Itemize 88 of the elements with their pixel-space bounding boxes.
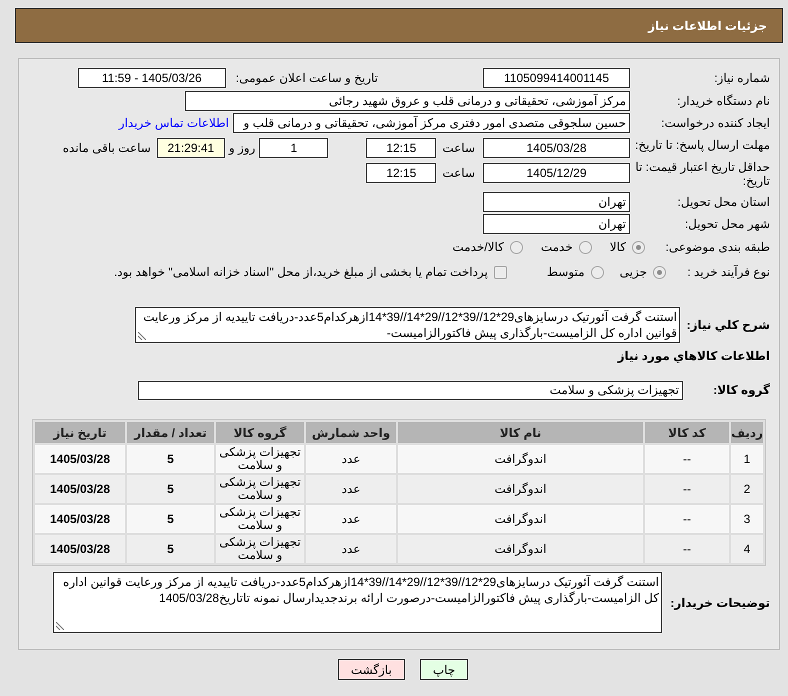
field-label: ساعت باقی مانده [62,140,151,157]
table-cell: اندوگرافت [398,535,643,563]
field-label: طبقه بندی موضوعی: [664,240,770,254]
description-field[interactable]: استنت گرفت آئورتیک درسایزهای29*12//39*12//29*14//39*14ازهرکدام5عدد-دریافت تاییدیه از مرکز ورعایت قوانین اداره کل الزامیست-بارگذاری پیش فاکتورالزامیست- [135,307,680,343]
table-cell: -- [645,445,729,473]
radio-label: جزیی [620,265,647,279]
table-cell: 1 [731,445,763,473]
table-cell: 2 [731,475,763,503]
announcement-date-field[interactable]: 1405/03/26 - 11:59 [78,68,226,88]
table-cell: 1405/03/28 [35,445,125,473]
field-label: حداقل تاریخ اعتبار قیمت: تا تاریخ: [634,160,770,188]
field-label: مهلت ارسال پاسخ: تا تاریخ: [634,138,770,152]
buyer-contact-link[interactable]: اطلاعات تماس خریدار [118,116,229,130]
remaining-time-field[interactable]: 21:29:41 [156,138,225,158]
table-cell: تجهیزات پزشکی و سلامت [216,505,304,533]
radio-label: کالا [610,240,626,254]
description-text: استنت گرفت آئورتیک درسایزهای29*12//39*12//29*14//39*14ازهرکدام5عدد-دریافت تاییدیه از مرکز ورعایت قوانین اداره کل الزامیست-بارگذاری پیش فاکتورالزامیست- [143,310,677,340]
table-cell: 5 [127,475,214,503]
province-field[interactable]: تهران [483,192,630,212]
column-header: گروه کالا [216,422,304,443]
buyer-notes-text: استنت گرفت آئورتیک درسایزهای29*12//39*12//29*14//39*14ازهرکدام5عدد-دریافت تاییدیه از مرکز ورعایت قوانین اداره کل الزامیست-بارگذاری پیش فاکتورالزامیست-درصورت ارائه برندجدیدارسال نمونه تاتاریخ1405/03/28 [63,575,659,605]
table-cell: 5 [127,445,214,473]
validity-date-field[interactable]: 1405/12/29 [483,163,630,183]
radio-button[interactable] [653,266,666,278]
table-cell: اندوگرافت [398,445,643,473]
field-label: نوع فرآیند خرید : [686,265,770,279]
table-cell: 1405/03/28 [35,505,125,533]
table-cell: تجهیزات پزشکی و سلامت [216,535,304,563]
field-label: شهر محل تحویل: [684,217,770,231]
table-cell: -- [645,535,729,563]
deadline-time-field[interactable]: 12:15 [366,138,436,158]
field-label: ساعت [442,165,475,182]
field-label: تاریخ و ساعت اعلان عمومی: [236,71,378,85]
field-label: روز و [228,140,256,157]
radio-label: کالا/خدمت [452,240,504,254]
column-header: ردیف [731,422,763,443]
table-cell: عدد [306,445,396,473]
page-title: جزئیات اطلاعات نیاز [648,18,767,32]
table-cell: 3 [731,505,763,533]
table-cell: اندوگرافت [398,475,643,503]
table-cell: تجهیزات پزشکی و سلامت [216,445,304,473]
radio-button[interactable] [578,240,592,254]
column-header: تاریخ نیاز [35,422,125,443]
radio-button[interactable] [590,266,604,278]
field-label: توضیحات خریدار: [669,596,770,610]
resize-grip-icon[interactable] [138,332,146,340]
checkbox-label: پرداخت تمام یا بخشی از مبلغ خرید،از محل "اسناد خزانه اسلامی" خواهد بود. [114,265,488,279]
field-label: ایجاد کننده درخواست: [660,116,770,130]
radio-button[interactable] [510,240,523,254]
checkbox[interactable] [494,266,507,278]
field-label: گروه کالا: [712,383,770,397]
radio-label: متوسط [546,265,585,279]
table-cell: اندوگرافت [398,505,643,533]
days-field[interactable]: 1 [259,138,328,158]
back-button[interactable]: بازگشت [338,659,405,680]
deadline-date-field[interactable]: 1405/03/28 [483,138,630,158]
table-cell: تجهیزات پزشکی و سلامت [216,475,304,503]
table-cell: عدد [306,535,396,563]
goods-group-field[interactable]: تجهیزات پزشکی و سلامت [138,380,683,400]
field-label: استان محل تحویل: [676,195,770,209]
section-title: اطلاعات کالاهاي مورد نياز [616,349,770,363]
field-label: ساعت [442,140,475,157]
table-cell: 1405/03/28 [35,535,125,563]
validity-time-field[interactable]: 12:15 [366,163,436,183]
radio-button[interactable] [632,240,645,254]
buyer-notes-field[interactable]: استنت گرفت آئورتیک درسایزهای29*12//39*12//29*14//39*14ازهرکدام5عدد-دریافت تاییدیه از مرکز ورعایت قوانین اداره کل الزامیست-بارگذاری پیش فاکتورالزامیست-درصورت ارائه برندجدیدارسال نمونه تاتاریخ1405/03/28 [53,572,662,633]
field-label: شماره نیاز: [713,71,770,85]
column-header: واحد شمارش [306,422,396,443]
buyer-org-field[interactable]: مرکز آموزشی، تحقیقاتی و درمانی قلب و عروق شهید رجائی [185,91,630,111]
radio-label: خدمت [540,240,573,254]
table-cell: -- [645,475,729,503]
need-number-field[interactable]: 1105099414001145 [483,68,630,88]
field-label: نام دستگاه خریدار: [676,94,770,108]
column-header: تعداد / مقدار [127,422,214,443]
field-label: شرح کلي نياز: [686,318,770,332]
city-field[interactable]: تهران [483,214,630,234]
resize-grip-icon[interactable] [56,622,64,630]
table-cell: 5 [127,535,214,563]
requester-field[interactable]: حسین سلجوقی متصدی امور دفتری مرکز آموزشی، تحقیقاتی و درمانی قلب و [233,113,630,133]
table-cell: 5 [127,505,214,533]
print-button[interactable]: چاپ [420,659,468,680]
table-cell: 1405/03/28 [35,475,125,503]
table-cell: -- [645,505,729,533]
table-cell: 4 [731,535,763,563]
table-cell: عدد [306,505,396,533]
column-header: کد کالا [645,422,729,443]
column-header: نام کالا [398,422,643,443]
table-cell: عدد [306,475,396,503]
